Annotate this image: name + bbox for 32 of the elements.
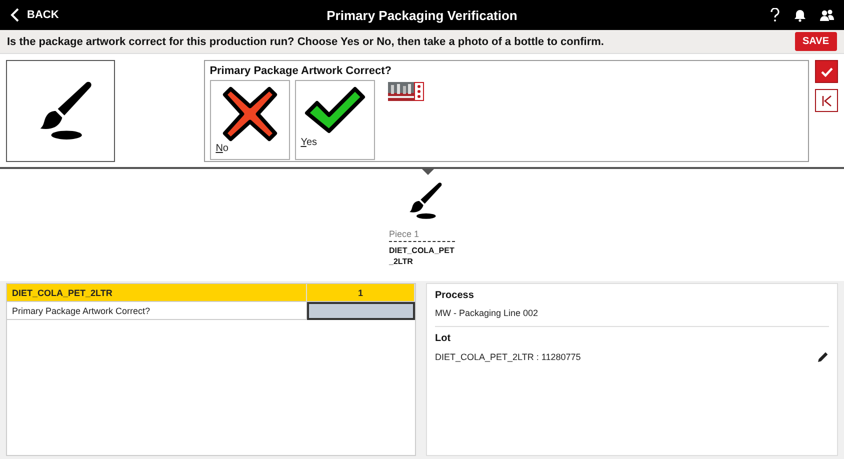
skip-button[interactable] [815,89,838,112]
window-title: Primary Packaging Verification [326,8,518,22]
piece-name: DIET_COLA_PET_2LTR [389,245,455,267]
confirm-button[interactable] [815,60,838,83]
question-title: Primary Package Artwork Correct? [210,65,392,77]
users-button[interactable] [820,8,834,22]
save-button[interactable]: SAVE [794,32,837,51]
detail-value: MW - Packaging Line 002 [435,308,538,318]
chevron-left-icon [10,8,19,22]
help-button[interactable] [770,8,780,22]
notifications-button[interactable] [794,8,806,22]
value-cell[interactable] [307,302,415,320]
skip-icon [820,94,832,106]
table-header-cell: 1 [307,284,415,302]
back-button[interactable]: BACK [10,8,59,22]
pencil-icon [817,351,829,363]
bell-icon [794,8,806,22]
detail-heading: Process [435,290,475,301]
answer-option[interactable]: Yes [294,80,375,160]
users-icon [820,8,834,22]
detail-value: DIET_COLA_PET_2LTR : 11280775 [435,352,581,362]
detail-heading: Lot [435,333,452,344]
answer-option[interactable]: No [210,80,290,160]
table-header-cell: DIET_COLA_PET_2LTR [7,284,307,302]
piece-label: Piece 1 [389,229,455,242]
help-icon [770,8,780,22]
check-icon [820,66,832,76]
cross-icon [220,85,279,143]
more-options-icon[interactable] [414,82,424,101]
edit-button[interactable] [817,351,829,363]
table-cell: Primary Package Artwork Correct? [7,302,307,320]
instruction-text: Is the package artwork correct for this production run? Choose Yes or No, then take a photo of a bottle to confirm. [7,36,604,48]
